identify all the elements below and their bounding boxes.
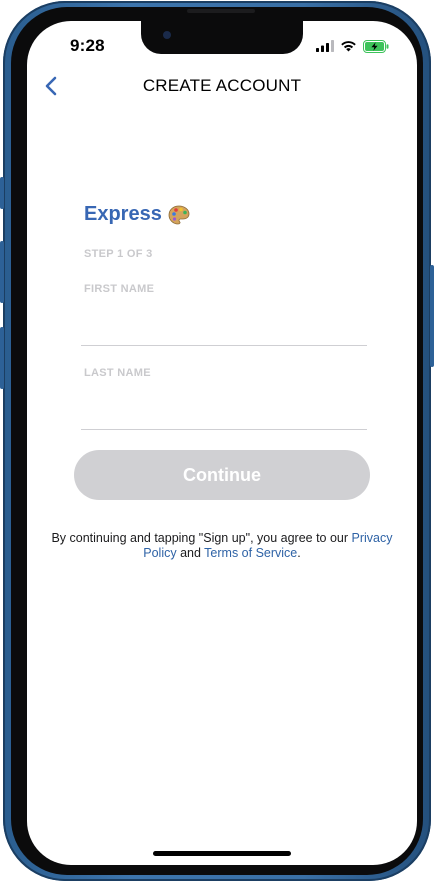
battery-charging-icon: [363, 39, 389, 53]
terms-of-service-link[interactable]: Terms of Service: [204, 546, 297, 560]
earpiece-speaker: [187, 9, 255, 13]
brand: Express: [84, 203, 190, 226]
wifi-icon: [341, 41, 356, 52]
front-camera-icon: [163, 31, 171, 39]
legal-notice: By continuing and tapping "Sign up", you…: [47, 531, 397, 561]
power-button: [430, 265, 434, 367]
phone-frame: 9:28 CREATE ACCOUNT Express STEP 1 OF 3 …: [0, 1, 434, 881]
palette-icon: [168, 205, 190, 224]
action-button: [0, 177, 4, 209]
status-time: 9:28: [70, 36, 105, 55]
step-indicator: STEP 1 OF 3: [84, 248, 153, 260]
volume-up-button: [0, 241, 4, 303]
screen: 9:28 CREATE ACCOUNT Express STEP 1 OF 3 …: [27, 21, 417, 865]
legal-prefix: By continuing and tapping "Sign up", you…: [51, 531, 352, 545]
cellular-signal-icon: [316, 40, 334, 52]
brand-name: Express: [84, 203, 162, 225]
legal-suffix: .: [297, 546, 301, 560]
first-name-label: FIRST NAME: [84, 283, 155, 295]
first-name-input[interactable]: [81, 319, 367, 346]
last-name-input[interactable]: [81, 403, 367, 430]
notch: [141, 21, 303, 54]
volume-down-button: [0, 327, 4, 389]
page-title: CREATE ACCOUNT: [142, 76, 302, 95]
continue-button[interactable]: Continue: [74, 450, 370, 500]
last-name-label: LAST NAME: [84, 367, 151, 379]
status-icons: [316, 39, 390, 53]
home-indicator[interactable]: [153, 851, 291, 856]
legal-middle: and: [176, 546, 205, 560]
